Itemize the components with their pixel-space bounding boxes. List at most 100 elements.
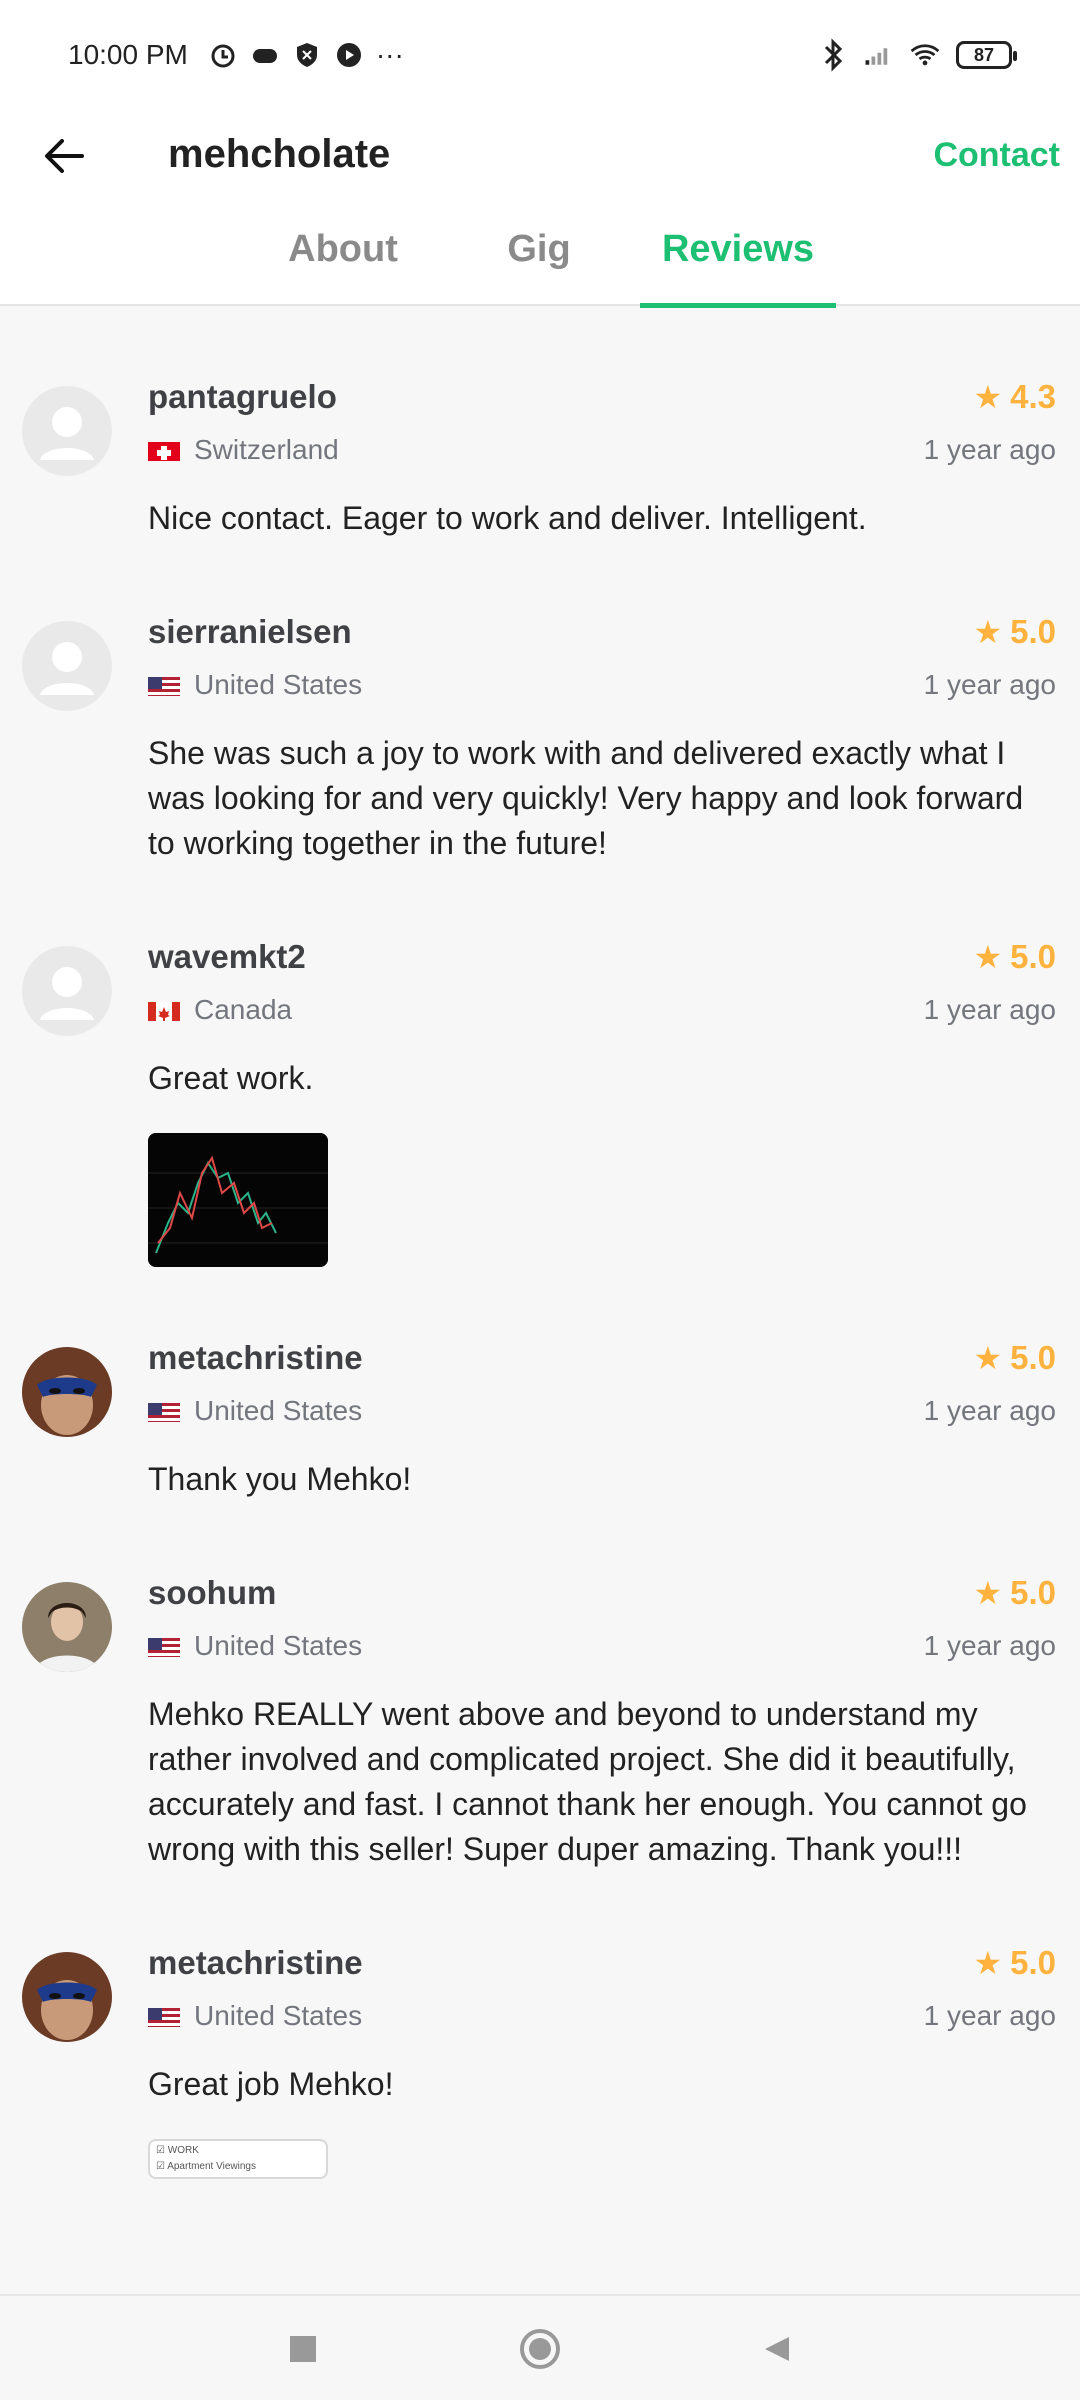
country-name: United States (194, 669, 363, 700)
status-time: 10:00 PM (68, 39, 188, 70)
review-time: 1 year ago (923, 994, 1056, 1025)
rating-value: 5.0 (1010, 938, 1056, 975)
us-flag-icon (148, 674, 180, 696)
avatar (22, 1952, 112, 2042)
rating-value: 4.3 (1010, 378, 1056, 415)
review-item: metachristine ★ 5.0 United States 1 year… (0, 1872, 1080, 2179)
us-flag-icon (148, 1635, 180, 1657)
reviewer-country: Switzerland (148, 434, 339, 466)
review-text: Great work. (148, 1060, 314, 1096)
page-title: mehcholate (168, 132, 391, 176)
default-avatar-icon (40, 407, 94, 460)
reviewer-name[interactable]: metachristine (148, 1339, 363, 1377)
circle-icon (520, 2329, 560, 2369)
review-text: Mehko REALLY went above and beyond to un… (148, 1696, 1027, 1867)
reviews-list: pantagruelo ★ 4.3 Switzerland 1 year ago… (0, 306, 1080, 2179)
review-item: pantagruelo ★ 4.3 Switzerland 1 year ago… (0, 306, 1080, 541)
review-time: 1 year ago (923, 434, 1056, 465)
person-photo-avatar-icon (22, 1582, 112, 1672)
avatar (22, 1347, 112, 1437)
review-item: metachristine ★ 5.0 United States 1 year… (0, 1267, 1080, 1502)
switzerland-flag-icon (148, 439, 180, 461)
masked-face-avatar-icon (22, 1952, 112, 2042)
star-icon: ★ (973, 1575, 1003, 1611)
default-avatar-icon (40, 642, 94, 695)
review-text: Thank you Mehko! (148, 1461, 412, 1497)
rating-value: 5.0 (1010, 1339, 1056, 1376)
attachment-label-work: WORK (167, 2145, 199, 2156)
masked-face-avatar-icon (22, 1347, 112, 1437)
review-time: 1 year ago (923, 1395, 1056, 1426)
us-flag-icon (148, 1400, 180, 1422)
avatar (22, 621, 112, 711)
country-name: Switzerland (194, 434, 339, 465)
tab-about[interactable]: About (268, 228, 418, 306)
bluetooth-icon (818, 38, 848, 72)
country-name: United States (194, 2000, 363, 2031)
star-icon: ★ (973, 1340, 1003, 1376)
country-name: Canada (194, 994, 293, 1025)
avatar (22, 1582, 112, 1672)
tab-reviews[interactable]: Reviews (640, 228, 836, 308)
attachment-row-work: ☑ WORK (156, 2145, 199, 2156)
rating: ★ 5.0 (973, 1574, 1056, 1612)
review-item: wavemkt2 ★ 5.0 Canada 1 year ago Great w… (0, 866, 1080, 1267)
reviewer-country: United States (148, 1630, 362, 1662)
review-item: soohum ★ 5.0 United States 1 year ago Me… (0, 1502, 1080, 1872)
reviewer-name[interactable]: sierranielsen (148, 613, 352, 651)
review-time: 1 year ago (923, 669, 1056, 700)
recents-button[interactable] (278, 2324, 328, 2374)
reviewer-country: United States (148, 669, 362, 701)
review-item: sierranielsen ★ 5.0 United States 1 year… (0, 541, 1080, 866)
back-button[interactable] (36, 128, 92, 184)
contact-button[interactable]: Contact (933, 136, 1060, 175)
country-name: United States (194, 1395, 363, 1426)
review-attachment-image[interactable]: ☑ WORK ☑ Apartment Viewings (148, 2139, 328, 2179)
country-name: United States (194, 1630, 363, 1661)
avatar (22, 386, 112, 476)
review-attachment-image[interactable] (148, 1133, 328, 1267)
rating-value: 5.0 (1010, 613, 1056, 650)
tab-gig[interactable]: Gig (494, 228, 584, 306)
reviewer-country: Canada (148, 994, 292, 1026)
chart-thumbnail-icon (148, 1133, 328, 1267)
reviewer-country: United States (148, 2000, 362, 2032)
review-time: 1 year ago (923, 1630, 1056, 1661)
rating-value: 5.0 (1010, 1574, 1056, 1611)
arrow-left-icon (45, 139, 84, 173)
attachment-row-apartment: ☑ Apartment Viewings (156, 2161, 256, 2172)
attachment-label-apartment: Apartment Viewings (167, 2161, 256, 2172)
shield-x-icon (292, 40, 322, 70)
rating: ★ 5.0 (973, 1339, 1056, 1377)
status-bar: 10:00 PM ··· 87 (0, 0, 1080, 110)
star-icon: ★ (973, 614, 1003, 650)
app-header: mehcholate Contact About Gig Reviews (0, 110, 1080, 308)
canada-flag-icon (148, 999, 180, 1021)
us-flag-icon (148, 2005, 180, 2027)
triangle-back-icon (765, 2337, 789, 2361)
rating-value: 5.0 (1010, 1944, 1056, 1981)
back-nav-button[interactable] (752, 2324, 802, 2374)
signal-icon (864, 40, 894, 70)
star-icon: ★ (973, 1945, 1003, 1981)
star-icon: ★ (973, 379, 1003, 415)
review-text: Great job Mehko! (148, 2066, 394, 2102)
media-icon (334, 40, 364, 70)
review-text: Nice contact. Eager to work and deliver.… (148, 500, 867, 536)
reviewer-country: United States (148, 1395, 362, 1427)
rating: ★ 5.0 (973, 938, 1056, 976)
reviewer-name[interactable]: metachristine (148, 1944, 363, 1982)
tab-bar: About Gig Reviews (0, 228, 1080, 308)
battery-indicator: 87 (956, 41, 1017, 69)
system-navigation-bar (0, 2294, 1080, 2400)
more-notifications-icon: ··· (375, 39, 404, 70)
reviewer-name[interactable]: pantagruelo (148, 378, 337, 416)
rating: ★ 5.0 (973, 613, 1056, 651)
home-button[interactable] (515, 2324, 565, 2374)
avatar (22, 946, 112, 1036)
wifi-icon (910, 40, 940, 70)
game-controller-icon (250, 40, 280, 70)
reviewer-name[interactable]: wavemkt2 (148, 938, 306, 976)
rating: ★ 5.0 (973, 1944, 1056, 1982)
reviewer-name[interactable]: soohum (148, 1574, 276, 1612)
